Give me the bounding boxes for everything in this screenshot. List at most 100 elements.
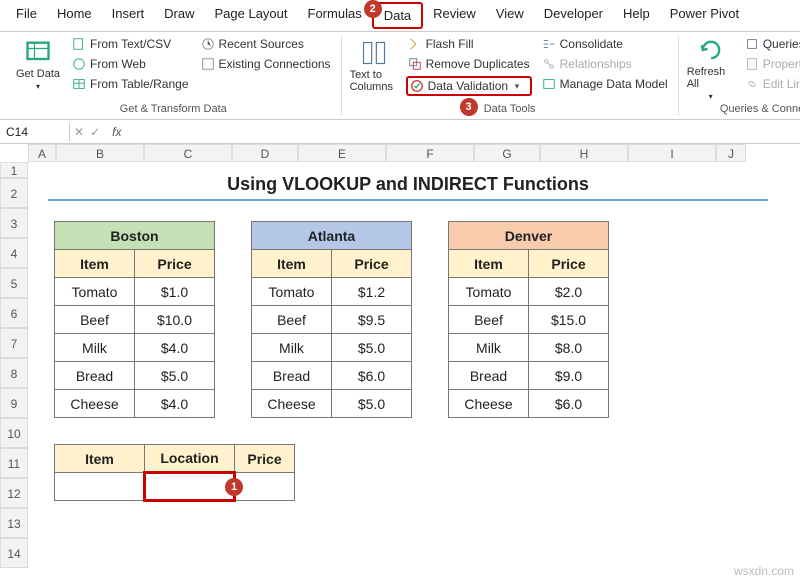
- row-headers[interactable]: 1234567891011121314: [0, 162, 28, 568]
- flash-fill-button[interactable]: Flash Fill: [406, 36, 532, 52]
- table-cell[interactable]: Beef: [449, 306, 529, 334]
- col-header-H[interactable]: H: [540, 144, 628, 162]
- menu-tab-developer[interactable]: Developer: [534, 2, 613, 29]
- row-header-4[interactable]: 4: [0, 238, 28, 268]
- table-cell[interactable]: $1.2: [332, 278, 412, 306]
- menu-tab-power-pivot[interactable]: Power Pivot: [660, 2, 749, 29]
- menu-tab-draw[interactable]: Draw: [154, 2, 204, 29]
- remove-duplicates-button[interactable]: Remove Duplicates: [406, 56, 532, 72]
- menu-tab-page-layout[interactable]: Page Layout: [205, 2, 298, 29]
- table-cell[interactable]: Cheese: [449, 390, 529, 418]
- col-header-D[interactable]: D: [232, 144, 298, 162]
- table-city-header: Denver: [449, 222, 609, 250]
- table-cell[interactable]: $8.0: [529, 334, 609, 362]
- text-to-columns-button[interactable]: Text to Columns: [350, 36, 398, 96]
- refresh-all-button[interactable]: Refresh All▾: [687, 36, 735, 101]
- table-row: Cheese$5.0: [252, 390, 412, 418]
- menu-tab-home[interactable]: Home: [47, 2, 102, 29]
- row-header-14[interactable]: 14: [0, 538, 28, 568]
- row-header-13[interactable]: 13: [0, 508, 28, 538]
- row-header-9[interactable]: 9: [0, 388, 28, 418]
- table-cell[interactable]: Milk: [252, 334, 332, 362]
- edit-links-button[interactable]: Edit Links: [743, 76, 800, 92]
- row-header-11[interactable]: 11: [0, 448, 28, 478]
- recent-sources-button[interactable]: Recent Sources: [199, 36, 333, 52]
- relationships-button[interactable]: Relationships: [540, 56, 670, 72]
- existing-connections-button[interactable]: Existing Connections: [199, 56, 333, 72]
- cancel-icon[interactable]: ✕: [74, 125, 84, 139]
- from-web-button[interactable]: From Web: [70, 56, 191, 72]
- table-cell[interactable]: $9.0: [529, 362, 609, 390]
- lookup-cell-location[interactable]: 1: [145, 473, 235, 501]
- table-cell[interactable]: $4.0: [135, 334, 215, 362]
- col-header-F[interactable]: F: [386, 144, 474, 162]
- table-cell[interactable]: $4.0: [135, 390, 215, 418]
- table-cell[interactable]: Cheese: [55, 390, 135, 418]
- table-cell[interactable]: Milk: [449, 334, 529, 362]
- row-header-3[interactable]: 3: [0, 208, 28, 238]
- table-cell[interactable]: $2.0: [529, 278, 609, 306]
- column-headers[interactable]: ABCDEFGHIJ: [28, 144, 800, 162]
- table-cell[interactable]: Tomato: [252, 278, 332, 306]
- consolidate-button[interactable]: Consolidate: [540, 36, 670, 52]
- menu-tab-help[interactable]: Help: [613, 2, 660, 29]
- table-cell[interactable]: $5.0: [135, 362, 215, 390]
- col-header-J[interactable]: J: [716, 144, 746, 162]
- table-cell[interactable]: $15.0: [529, 306, 609, 334]
- col-header-B[interactable]: B: [56, 144, 144, 162]
- enter-icon[interactable]: ✓: [90, 125, 100, 139]
- table-row: Beef$9.5: [252, 306, 412, 334]
- fx-label[interactable]: fx: [104, 125, 129, 139]
- row-header-7[interactable]: 7: [0, 328, 28, 358]
- row-header-5[interactable]: 5: [0, 268, 28, 298]
- col-header-E[interactable]: E: [298, 144, 386, 162]
- table-cell[interactable]: $9.5: [332, 306, 412, 334]
- row-header-6[interactable]: 6: [0, 298, 28, 328]
- table-cell[interactable]: $6.0: [332, 362, 412, 390]
- queries-connections-button[interactable]: Queries & Connect: [743, 36, 800, 52]
- row-header-12[interactable]: 12: [0, 478, 28, 508]
- data-validation-dropdown-icon[interactable]: ▾: [512, 81, 522, 92]
- table-cell[interactable]: Beef: [55, 306, 135, 334]
- row-header-1[interactable]: 1: [0, 162, 28, 178]
- menu-tab-review[interactable]: Review: [423, 2, 486, 29]
- from-table-range-button[interactable]: From Table/Range: [70, 76, 191, 92]
- from-text-csv-button[interactable]: From Text/CSV: [70, 36, 191, 52]
- menu-tab-data[interactable]: Data2: [372, 2, 423, 29]
- table-cell[interactable]: $10.0: [135, 306, 215, 334]
- table-cell[interactable]: $5.0: [332, 390, 412, 418]
- row-header-8[interactable]: 8: [0, 358, 28, 388]
- table-cell[interactable]: Tomato: [449, 278, 529, 306]
- col-header-A[interactable]: A: [28, 144, 56, 162]
- table-cell[interactable]: Bread: [449, 362, 529, 390]
- table-cell[interactable]: Tomato: [55, 278, 135, 306]
- table-city-header: Boston: [55, 222, 215, 250]
- menu-tab-insert[interactable]: Insert: [102, 2, 155, 29]
- row-header-2[interactable]: 2: [0, 178, 28, 208]
- lookup-cell-item[interactable]: [55, 473, 145, 501]
- transform-group-label: Get & Transform Data: [14, 103, 333, 115]
- name-box[interactable]: C14: [0, 123, 70, 141]
- menu-tab-formulas[interactable]: Formulas: [298, 2, 372, 29]
- manage-data-model-button[interactable]: Manage Data Model: [540, 76, 670, 92]
- table-cell[interactable]: Beef: [252, 306, 332, 334]
- table-cell[interactable]: $1.0: [135, 278, 215, 306]
- table-cell[interactable]: Cheese: [252, 390, 332, 418]
- worksheet[interactable]: ABCDEFGHIJ 1234567891011121314 Using VLO…: [0, 144, 800, 584]
- lookup-cell-price[interactable]: [235, 473, 295, 501]
- data-validation-button[interactable]: Data Validation ▾ 3: [406, 76, 532, 96]
- menu-tab-view[interactable]: View: [486, 2, 534, 29]
- table-cell[interactable]: Milk: [55, 334, 135, 362]
- col-header-G[interactable]: G: [474, 144, 540, 162]
- table-cell[interactable]: Bread: [55, 362, 135, 390]
- lookup-header-location: Location: [145, 445, 235, 473]
- menu-tab-file[interactable]: File: [6, 2, 47, 29]
- table-cell[interactable]: $5.0: [332, 334, 412, 362]
- col-header-I[interactable]: I: [628, 144, 716, 162]
- row-header-10[interactable]: 10: [0, 418, 28, 448]
- get-data-button[interactable]: Get Data▾: [14, 36, 62, 92]
- properties-button[interactable]: Properties: [743, 56, 800, 72]
- table-cell[interactable]: $6.0: [529, 390, 609, 418]
- table-cell[interactable]: Bread: [252, 362, 332, 390]
- col-header-C[interactable]: C: [144, 144, 232, 162]
